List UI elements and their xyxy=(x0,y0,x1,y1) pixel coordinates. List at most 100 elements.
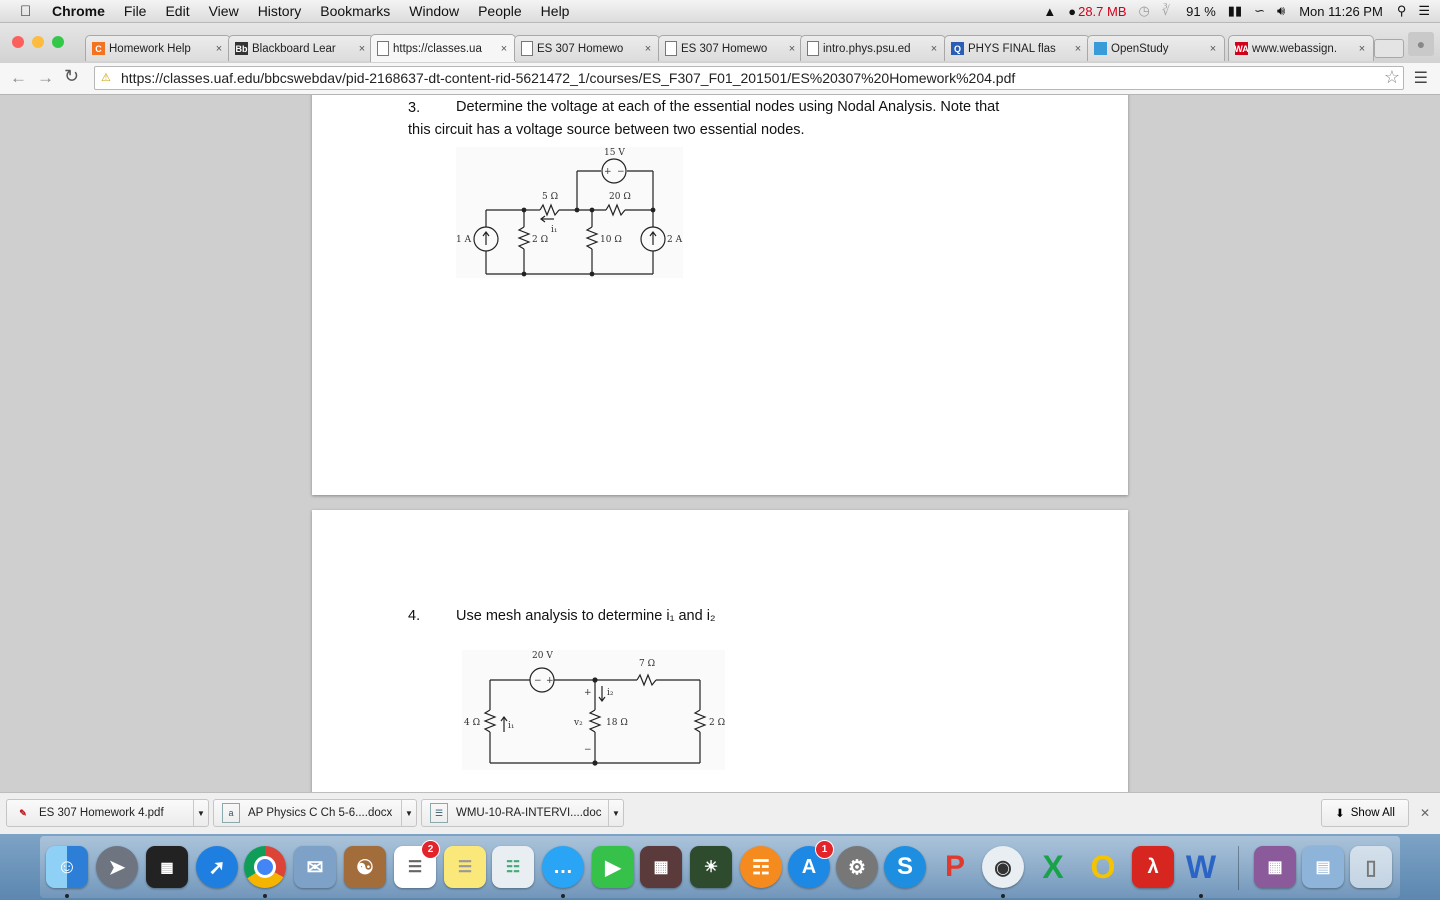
browser-tab[interactable]: C Homework Help × xyxy=(85,35,231,61)
browser-tab[interactable]: OpenStudy × xyxy=(1087,35,1225,61)
close-tab-icon[interactable]: × xyxy=(785,43,799,55)
battery-percent[interactable]: 91 % xyxy=(1186,4,1216,19)
chevron-down-icon[interactable]: ▼ xyxy=(193,800,208,826)
bluetooth-icon[interactable]: ∛ xyxy=(1162,3,1170,19)
bookmark-star-icon[interactable]: ☆ xyxy=(1384,67,1400,88)
close-tab-icon[interactable]: × xyxy=(641,43,655,55)
messages-icon[interactable]: … xyxy=(542,846,584,888)
notification-center-icon[interactable]: ☰ xyxy=(1418,3,1430,19)
close-tab-icon[interactable]: × xyxy=(355,43,369,55)
outlook-icon[interactable]: O xyxy=(1082,846,1124,888)
show-all-button[interactable]: ⬇ Show All xyxy=(1321,799,1409,827)
trash-icon[interactable]: ▯ xyxy=(1350,846,1392,888)
facetime-icon[interactable]: ▶ xyxy=(592,846,634,888)
browser-tab[interactable]: WA www.webassign. × xyxy=(1228,35,1374,61)
pdf-viewer[interactable]: 3. Determine the voltage at each of the … xyxy=(0,95,1440,792)
chevron-down-icon[interactable]: ▼ xyxy=(608,800,623,826)
label-18-ohm: 18 Ω xyxy=(606,718,628,728)
chegg-icon: C xyxy=(92,42,105,55)
back-arrow-icon[interactable]: ← xyxy=(10,68,27,88)
running-indicator xyxy=(1001,894,1005,898)
preview-icon[interactable]: ✉ xyxy=(294,846,336,888)
contacts-icon[interactable]: ☯ xyxy=(344,846,386,888)
browser-tab[interactable]: Bb Blackboard Lear × xyxy=(228,35,374,61)
menu-app-name[interactable]: Chrome xyxy=(52,3,105,19)
close-tab-icon[interactable]: × xyxy=(212,43,226,55)
reload-icon[interactable]: ↻ xyxy=(64,66,79,87)
menu-history[interactable]: History xyxy=(258,3,302,19)
menu-help[interactable]: Help xyxy=(541,3,570,19)
notes-icon[interactable]: ☰ xyxy=(444,846,486,888)
close-tab-icon[interactable]: × xyxy=(927,43,941,55)
ibooks-icon[interactable]: ☶ xyxy=(740,846,782,888)
download-item[interactable]: ☰ WMU-10-RA-INTERVI....doc ▼ xyxy=(421,799,624,827)
excel-icon[interactable]: X xyxy=(1032,846,1074,888)
menu-edit[interactable]: Edit xyxy=(165,3,189,19)
google-drive-icon[interactable]: ▲ xyxy=(1043,4,1056,19)
iphoto-icon[interactable]: ☀ xyxy=(690,846,732,888)
photo-booth-icon[interactable]: ▦ xyxy=(640,846,682,888)
warning-lock-icon[interactable]: ⚠ xyxy=(101,71,115,85)
battery-icon[interactable]: ▮▮ xyxy=(1228,3,1242,19)
browser-tab[interactable]: https://classes.ua × xyxy=(370,34,516,62)
close-tab-icon[interactable]: × xyxy=(1355,43,1369,55)
apple-menu-icon[interactable]:  xyxy=(20,3,38,20)
menu-bookmarks[interactable]: Bookmarks xyxy=(320,3,390,19)
applications-folder-icon[interactable]: ▤ xyxy=(1302,846,1344,888)
close-window-icon[interactable] xyxy=(12,36,24,48)
question-3-number: 3. xyxy=(408,100,421,116)
powerpoint-icon[interactable]: P xyxy=(934,846,976,888)
browser-tab[interactable]: intro.phys.psu.ed × xyxy=(800,35,946,61)
activity-monitor-icon[interactable]: ▦ xyxy=(146,846,188,888)
address-url[interactable]: https://classes.uaf.edu/bbcswebdav/pid-2… xyxy=(121,70,1015,86)
downloads-stack-icon[interactable]: ▦ xyxy=(1254,846,1296,888)
running-indicator xyxy=(561,894,565,898)
volume-icon[interactable]: 🔊︎ xyxy=(1277,3,1285,19)
close-tab-icon[interactable]: × xyxy=(1071,43,1085,55)
download-item[interactable]: a AP Physics C Ch 5-6....docx ▼ xyxy=(213,799,417,827)
reminders-icon[interactable]: ☰ 2 xyxy=(394,840,440,888)
skype-icon[interactable]: S xyxy=(884,846,926,888)
label-plus-20v: + xyxy=(546,676,554,686)
tab-title: PHYS FINAL flas xyxy=(968,42,1056,55)
download-arrow-icon: ⬇ xyxy=(1335,808,1345,820)
chrome-menu-icon[interactable]: ☰ xyxy=(1414,68,1428,88)
browser-tab[interactable]: ES 307 Homewo × xyxy=(514,35,660,61)
time-machine-icon[interactable]: ◷ xyxy=(1139,3,1150,19)
menu-file[interactable]: File xyxy=(124,3,147,19)
chevron-down-icon[interactable]: ▼ xyxy=(401,800,416,826)
browser-tab[interactable]: Q PHYS FINAL flas × xyxy=(944,35,1090,61)
calendar-icon[interactable]: ☷ xyxy=(492,846,534,888)
clock[interactable]: Mon 11:26 PM xyxy=(1299,4,1383,19)
address-bar[interactable]: ⚠ https://classes.uaf.edu/bbcswebdav/pid… xyxy=(94,66,1404,90)
new-tab-button[interactable] xyxy=(1374,39,1404,58)
question-3-text-line1: Determine the voltage at each of the ess… xyxy=(456,99,1000,115)
browser-tab[interactable]: ES 307 Homewo × xyxy=(658,35,804,61)
close-tab-icon[interactable]: × xyxy=(1206,43,1220,55)
menu-view[interactable]: View xyxy=(209,3,239,19)
zoom-window-icon[interactable] xyxy=(52,36,64,48)
launchpad-icon[interactable]: ➤ xyxy=(96,846,138,888)
close-icon[interactable]: ✕ xyxy=(1420,806,1430,820)
forward-arrow-icon[interactable]: → xyxy=(37,68,54,88)
app-store-icon[interactable]: A1 xyxy=(788,840,834,888)
wifi-icon[interactable]: ∽ xyxy=(1254,3,1265,19)
profile-icon[interactable]: ● xyxy=(1408,32,1434,56)
memory-readout[interactable]: 28.7 MB xyxy=(1078,4,1126,19)
download-item[interactable]: ✎ ES 307 Homework 4.pdf ▼ xyxy=(6,799,209,827)
memory-monitor-icon[interactable]: ● xyxy=(1068,4,1076,19)
alien-app-icon[interactable]: ◉ xyxy=(982,846,1024,888)
minimize-window-icon[interactable] xyxy=(32,36,44,48)
system-preferences-icon[interactable]: ⚙ xyxy=(836,846,878,888)
safari-icon[interactable]: ➚ xyxy=(196,846,238,888)
word-icon[interactable]: W xyxy=(1180,846,1222,888)
spotlight-icon[interactable]: ⚲ xyxy=(1397,3,1407,19)
finder-icon[interactable]: ☺ xyxy=(46,846,88,888)
adobe-reader-icon[interactable]: λ xyxy=(1132,846,1174,888)
close-tab-icon[interactable]: × xyxy=(497,43,511,55)
menu-window[interactable]: Window xyxy=(409,3,459,19)
pdf-icon: ✎ xyxy=(19,807,27,818)
running-indicator xyxy=(263,894,267,898)
menu-people[interactable]: People xyxy=(478,3,522,19)
chrome-icon[interactable] xyxy=(244,846,286,888)
